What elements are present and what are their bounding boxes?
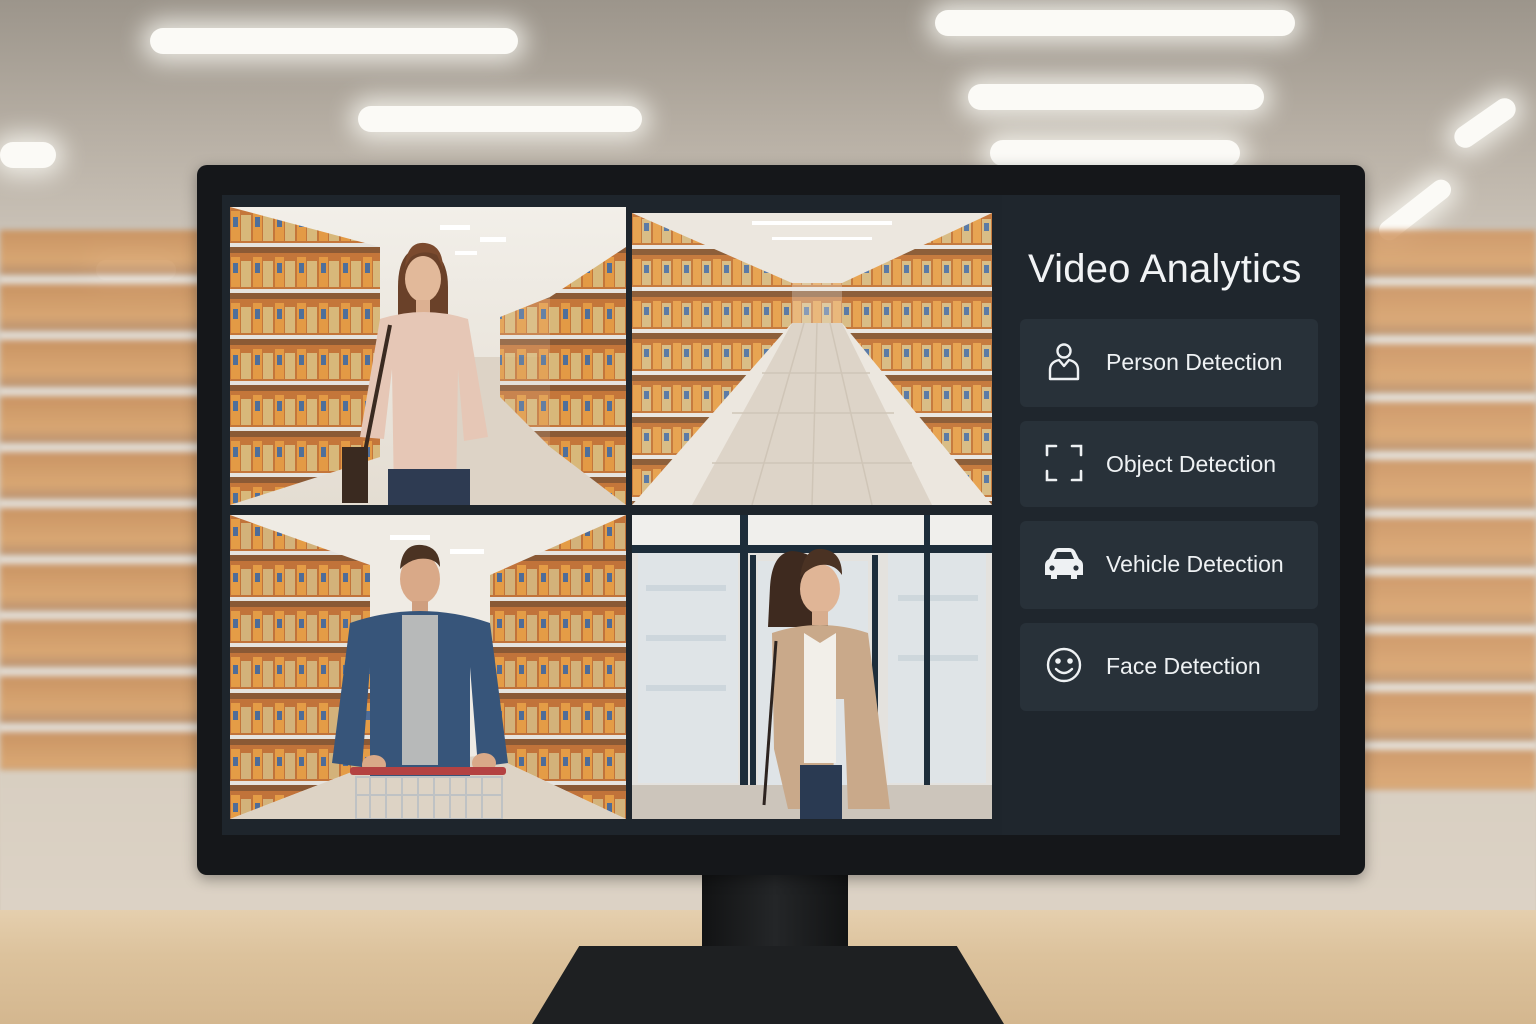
camera-feed-4[interactable]	[632, 515, 992, 819]
person-detection-button[interactable]: Person Detection	[1020, 319, 1318, 407]
analytics-panel: Video Analytics Person Detection Object …	[1002, 195, 1340, 835]
person-icon	[1042, 339, 1086, 383]
ceiling-light	[150, 28, 518, 54]
face-detection-label: Face Detection	[1106, 653, 1261, 679]
vehicle-detection-button[interactable]: Vehicle Detection	[1020, 521, 1318, 609]
ceiling-light	[990, 140, 1240, 166]
left-shelf	[0, 230, 200, 770]
ceiling-light	[0, 142, 56, 168]
monitor-base	[532, 946, 1004, 1024]
object-frame-icon	[1042, 441, 1086, 485]
face-detection-button[interactable]: Face Detection	[1020, 623, 1318, 711]
person-detection-label: Person Detection	[1106, 349, 1283, 375]
panel-title: Video Analytics	[1028, 247, 1302, 291]
vehicle-detection-label: Vehicle Detection	[1106, 551, 1284, 577]
camera-feed-3[interactable]	[230, 515, 626, 819]
object-detection-label: Object Detection	[1106, 451, 1277, 477]
monitor-screen: Video Analytics Person Detection Object …	[222, 195, 1340, 835]
detection-menu: Person Detection Object Detection Vehicl…	[1020, 319, 1320, 725]
smiley-face-icon	[1042, 643, 1086, 687]
car-icon	[1042, 541, 1086, 585]
ceiling-light	[935, 10, 1295, 36]
right-shelf	[1361, 230, 1536, 790]
object-detection-button[interactable]: Object Detection	[1020, 421, 1318, 507]
camera-feed-1[interactable]	[230, 207, 626, 505]
ceiling-light	[358, 106, 642, 132]
ceiling-light	[968, 84, 1264, 110]
camera-feed-2[interactable]	[632, 213, 992, 505]
